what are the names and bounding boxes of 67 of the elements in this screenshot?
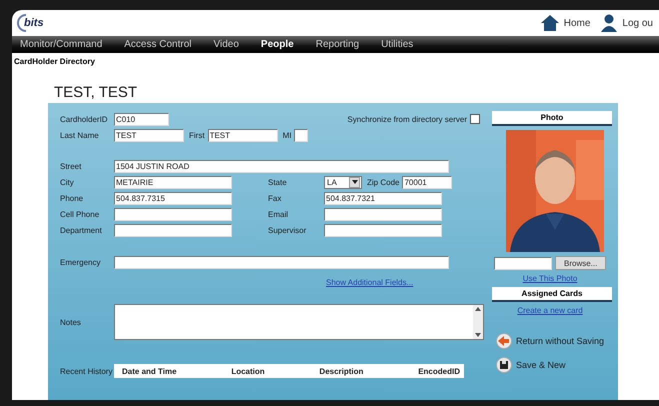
save-icon[interactable]	[496, 357, 512, 373]
action-link[interactable]: Return without Saving	[516, 336, 604, 346]
field-label: First	[189, 130, 205, 140]
field-label: MI	[282, 130, 292, 140]
input-field[interactable]: METAIRIE	[114, 176, 232, 188]
column-header: Location	[231, 366, 265, 376]
input-field[interactable]	[114, 224, 232, 236]
logo-text: bits	[24, 17, 44, 29]
action-link[interactable]: Save & New	[516, 360, 566, 370]
input-field[interactable]: 504.837.7315	[114, 192, 232, 204]
column-header: EncodedID	[418, 366, 460, 376]
field-label: CardholderID	[60, 114, 109, 124]
field-label: Emergency	[60, 258, 102, 266]
field-label: Street	[60, 162, 82, 170]
input-field[interactable]: TEST	[114, 128, 184, 142]
scrollbar[interactable]	[473, 305, 483, 339]
field-label: Synchronize from directory server	[347, 114, 467, 124]
input-field[interactable]: 1504 JUSTIN ROAD	[114, 160, 449, 172]
field-label: Email	[268, 210, 290, 218]
nav-tab[interactable]: Video	[214, 39, 239, 50]
column-header: Date and Time	[122, 366, 177, 376]
show-fields-link[interactable]: Show Additional Fields...	[326, 278, 414, 286]
input-field[interactable]	[324, 208, 442, 220]
user-icon[interactable]	[601, 14, 618, 32]
input-field[interactable]: C010	[114, 112, 169, 126]
file-path-field[interactable]	[494, 256, 552, 270]
scroll-up-icon[interactable]	[475, 307, 481, 311]
field-label: City	[60, 178, 75, 186]
field-label: Last Name	[60, 130, 100, 140]
field-label: Fax	[268, 194, 282, 202]
home-link[interactable]: Home	[564, 18, 590, 28]
use-photo-link[interactable]: Use This Photo	[522, 274, 578, 283]
cardholder-name: TEST, TEST	[53, 83, 138, 103]
nav-tab[interactable]: People	[260, 39, 294, 50]
field-label: State	[268, 178, 288, 186]
page-heading: CardHolder Directory	[13, 56, 96, 68]
input-field[interactable]: 70001	[402, 176, 452, 188]
input-field[interactable]	[114, 208, 232, 220]
field-label: Department	[60, 226, 103, 234]
nav-tab[interactable]: Access Control	[124, 39, 192, 50]
section-header: Photo	[492, 111, 612, 126]
nav-tab[interactable]: Utilities	[381, 39, 414, 50]
state-dropdown[interactable]: LA	[324, 176, 362, 188]
section-header: Assigned Cards	[492, 287, 612, 302]
input-field[interactable]: TEST	[208, 128, 278, 142]
dropdown-caret-icon	[352, 180, 358, 184]
scroll-down-icon[interactable]	[475, 333, 481, 337]
logout-link[interactable]: Log ou	[622, 18, 653, 28]
field-label: Cell Phone	[60, 210, 100, 218]
return-icon[interactable]	[496, 333, 512, 349]
nav-tab[interactable]: Reporting	[316, 39, 360, 50]
checkbox[interactable]	[470, 114, 480, 124]
browse-button[interactable]: Browse...	[555, 256, 606, 270]
notes-textarea[interactable]	[114, 304, 484, 340]
input-field[interactable]	[324, 224, 442, 236]
home-icon[interactable]	[540, 15, 559, 31]
create-card-link[interactable]: Create a new card	[517, 306, 583, 315]
field-label: Supervisor	[268, 226, 308, 234]
nav-tab[interactable]: Monitor/Command	[20, 39, 102, 50]
field-label: Zip Code	[367, 178, 400, 186]
field-label: Recent History	[60, 366, 114, 376]
field-label: Notes	[60, 318, 82, 326]
input-field[interactable]	[294, 128, 308, 142]
input-field[interactable]: 504.837.7321	[324, 192, 442, 204]
field-label: Phone	[60, 194, 84, 202]
column-header: Description	[319, 366, 364, 376]
input-field[interactable]	[114, 256, 449, 268]
